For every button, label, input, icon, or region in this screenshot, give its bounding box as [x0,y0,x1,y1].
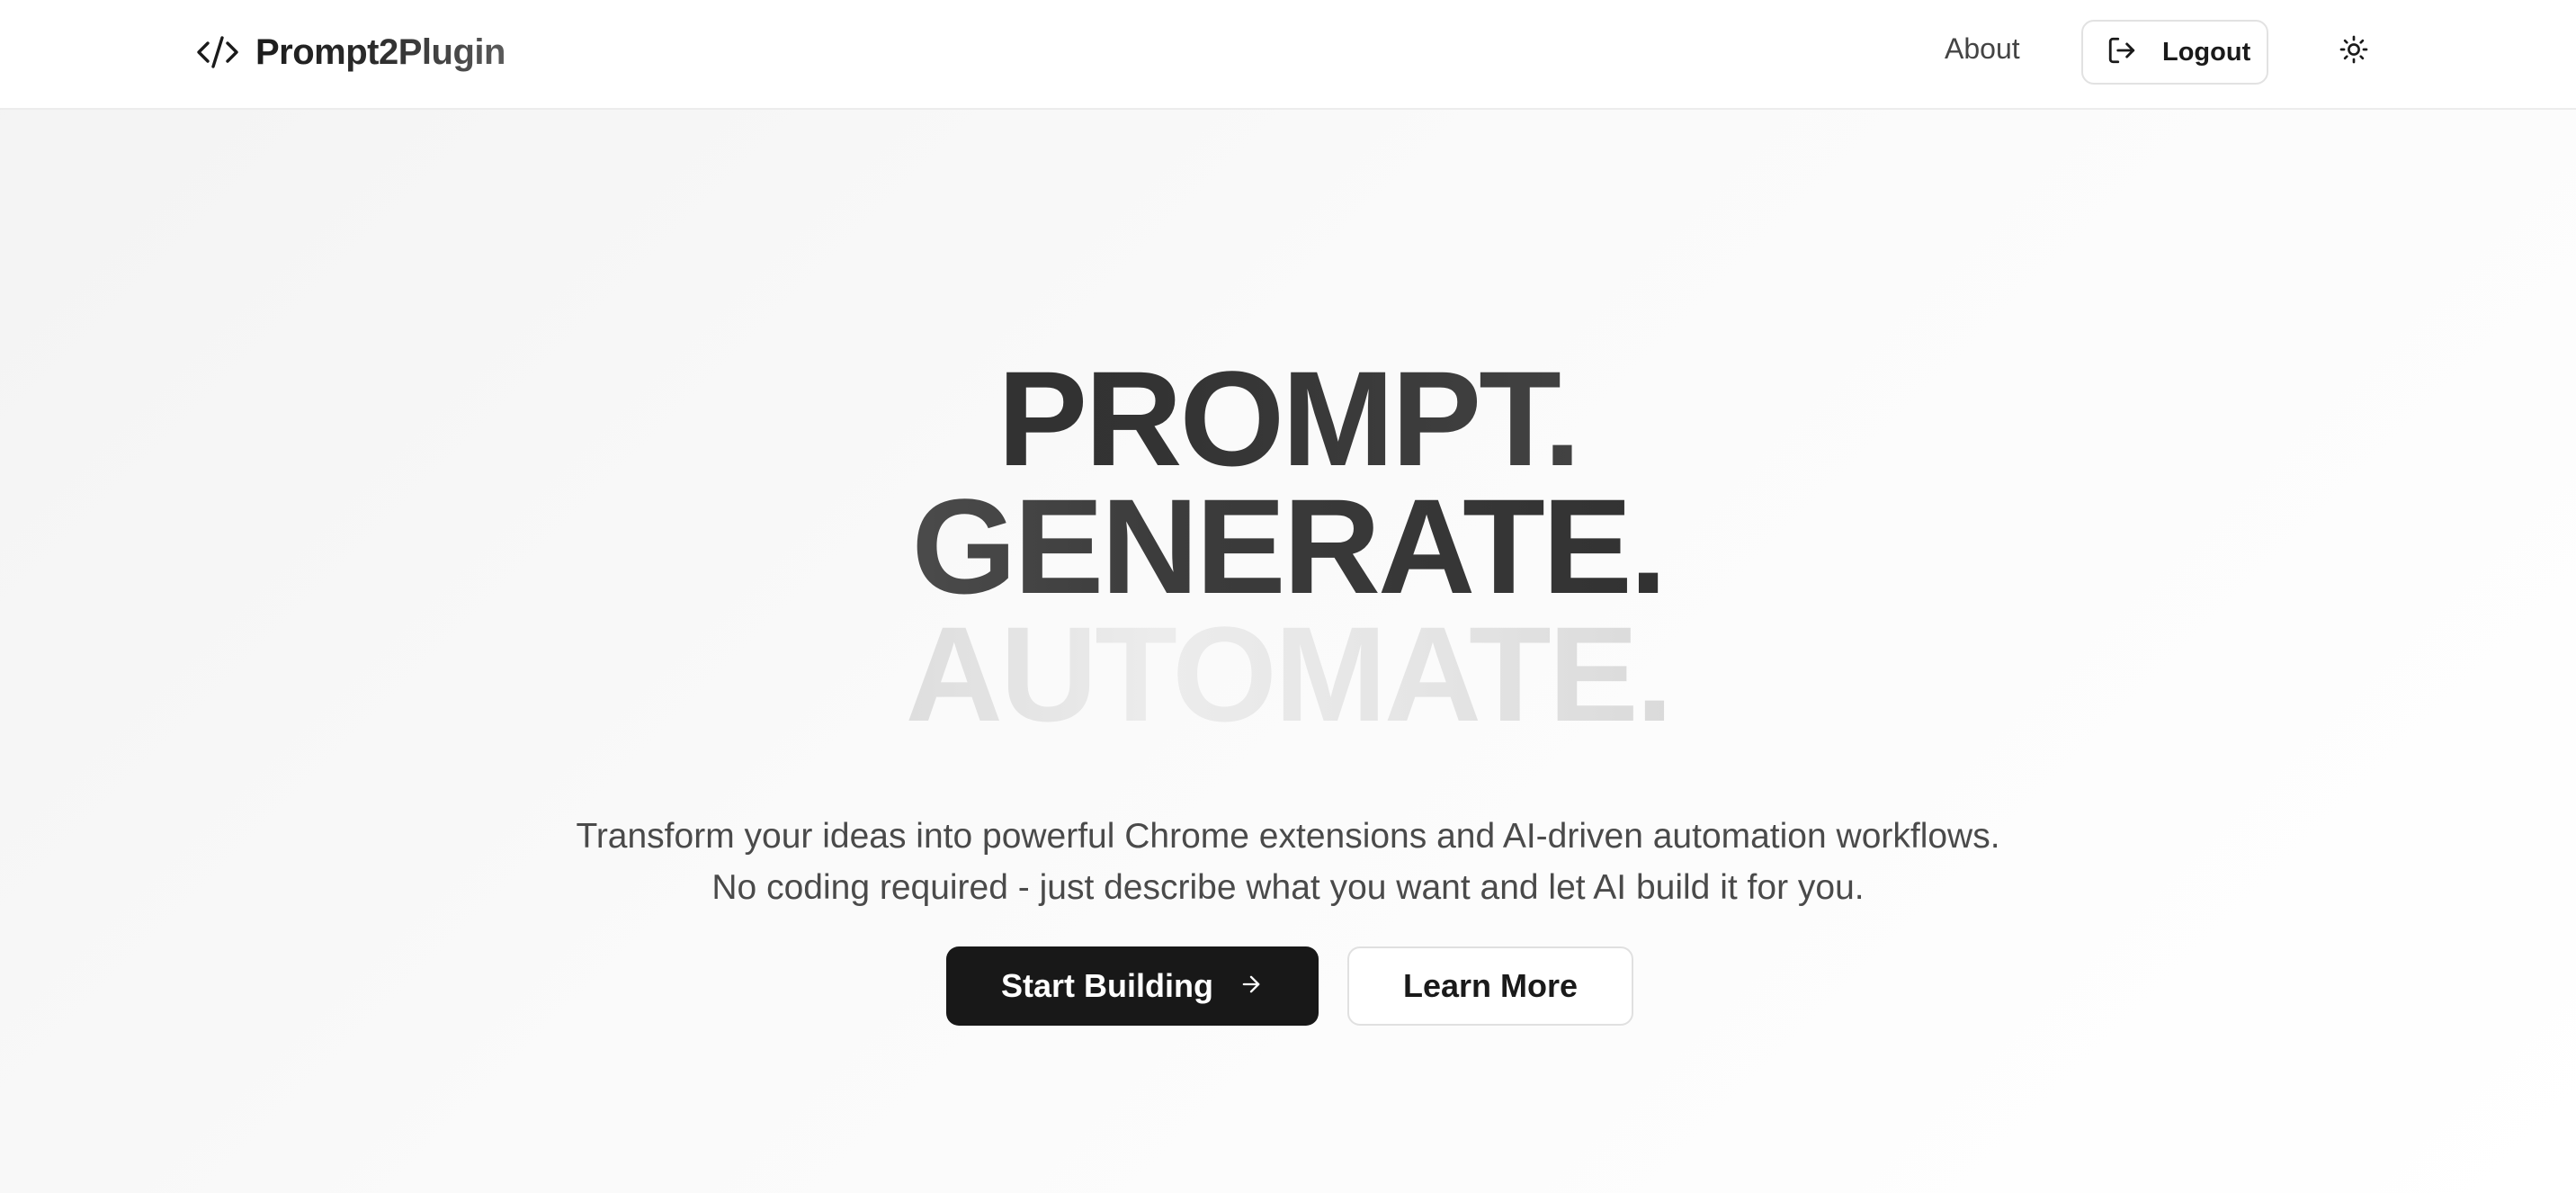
arrow-right-icon [1239,967,1264,1005]
logout-label: Logout [2162,37,2251,67]
headline-generate: GENERATE. [0,479,2576,614]
logout-button[interactable]: Logout [2081,20,2268,85]
hero-subtitle: Transform your ideas into powerful Chrom… [576,817,2000,907]
hero-section: PROMPT. GENERATE. AUTOMATE. Transform yo… [0,110,2576,1193]
cta-buttons: Start Building Learn More [0,946,2576,1027]
sun-icon [2339,35,2368,68]
headline-prompt-text: PROMPT. [997,343,1579,494]
theme-toggle-button[interactable] [2333,31,2375,72]
headline-automate-text: AUTOMATE. [905,598,1671,749]
learn-more-button[interactable]: Learn More [1347,946,1633,1026]
start-building-label: Start Building [1001,967,1213,1004]
brand-name: Prompt2Plugin [255,31,505,72]
learn-more-label: Learn More [1402,967,1579,1004]
top-navbar: Prompt2Plugin About Logout [0,0,2576,110]
start-building-button[interactable]: Start Building [946,946,1319,1026]
code-icon [196,34,239,70]
headline-prompt: PROMPT. [0,351,2576,486]
headline-generate-text: GENERATE. [911,471,1665,622]
logout-icon [2106,35,2137,70]
brand-logo[interactable]: Prompt2Plugin [196,25,505,79]
nav-link-about[interactable]: About [1945,32,2020,66]
headline-automate: AUTOMATE. [0,606,2576,741]
